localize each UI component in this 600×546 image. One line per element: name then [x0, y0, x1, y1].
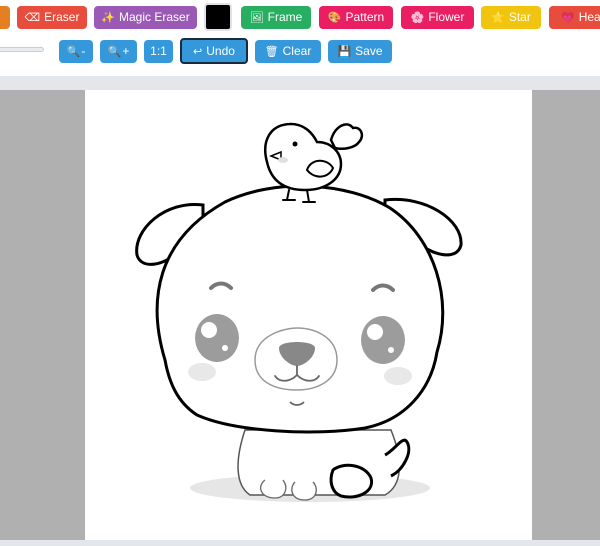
bird-cheek	[278, 157, 288, 163]
save-label: Save	[355, 44, 383, 58]
bird-eye	[292, 141, 298, 147]
left-cheek	[188, 363, 216, 381]
trash-icon: 🗑	[264, 46, 279, 58]
left-eye-sparkle	[222, 345, 228, 351]
partial-tool-button[interactable]	[0, 6, 10, 29]
flower-icon: 🌸	[410, 12, 425, 24]
zoom-out-label: -	[81, 44, 86, 58]
flower-label: Flower	[428, 10, 465, 24]
zoom-reset-label: 1:1	[150, 44, 167, 58]
picture-frame-icon: 🖼	[249, 12, 264, 24]
puppy-with-bird-drawing	[135, 122, 463, 502]
heart-icon: 💗	[561, 12, 575, 24]
eraser-button[interactable]: ⌫ Eraser	[17, 6, 87, 29]
zoom-in-button[interactable]: 🔍+	[100, 40, 137, 63]
undo-arrow-icon: ↩	[193, 46, 203, 58]
save-button[interactable]: 💾 Save	[328, 40, 392, 63]
palette-icon: 🎨	[327, 12, 342, 24]
zoom-reset-button[interactable]: 1:1	[144, 40, 173, 63]
eraser-icon: ⌫	[24, 12, 41, 24]
star-button[interactable]: ⭐ Star	[481, 6, 541, 29]
flower-button[interactable]: 🌸 Flower	[401, 6, 474, 29]
floppy-disk-icon: 💾	[337, 46, 352, 58]
frame-button[interactable]: 🖼 Frame	[241, 6, 311, 29]
right-cheek	[384, 367, 412, 385]
magic-eraser-button[interactable]: ✨ Magic Eraser	[94, 6, 197, 29]
heart-button[interactable]: 💗Heart	[549, 6, 600, 29]
undo-label: Undo	[206, 44, 235, 58]
right-eye-sparkle	[388, 347, 394, 353]
magnifier-icon: 🔍	[107, 46, 122, 58]
puppy-head	[155, 184, 445, 434]
heart-label: Heart	[578, 10, 600, 24]
right-paw	[291, 481, 317, 501]
color-swatch[interactable]	[204, 3, 232, 31]
drawing-canvas[interactable]	[85, 90, 532, 540]
left-eye	[195, 314, 239, 362]
left-paw	[260, 479, 287, 499]
star-icon: ⭐	[491, 12, 505, 24]
clear-label: Clear	[282, 44, 312, 58]
right-eye	[361, 316, 405, 364]
left-eye-highlight	[201, 322, 217, 338]
clear-button[interactable]: 🗑 Clear	[255, 40, 321, 63]
bird-wing	[305, 159, 335, 178]
back-leg	[329, 463, 374, 499]
right-eye-highlight	[367, 324, 383, 340]
star-label: Star	[508, 10, 531, 24]
sparkles-icon: ✨	[101, 12, 115, 24]
bird-tail	[329, 123, 364, 150]
brush-size-slider[interactable]	[0, 47, 44, 52]
canvas-area	[0, 90, 600, 540]
zoom-out-button[interactable]: 🔍-	[59, 40, 93, 63]
toolbar: ⌫ Eraser ✨ Magic Eraser 🖼 Frame 🎨 Pattern 🌸 F…	[0, 0, 600, 76]
pattern-label: Pattern	[345, 10, 385, 24]
magic-eraser-label: Magic Eraser	[119, 10, 190, 24]
zoom-in-label: +	[122, 44, 130, 58]
frame-label: Frame	[267, 10, 303, 24]
undo-button[interactable]: ↩ Undo	[180, 38, 248, 64]
pattern-button[interactable]: 🎨 Pattern	[319, 6, 393, 29]
workspace	[0, 76, 600, 546]
magnifier-icon: 🔍	[66, 46, 81, 58]
eraser-label: Eraser	[44, 10, 80, 24]
